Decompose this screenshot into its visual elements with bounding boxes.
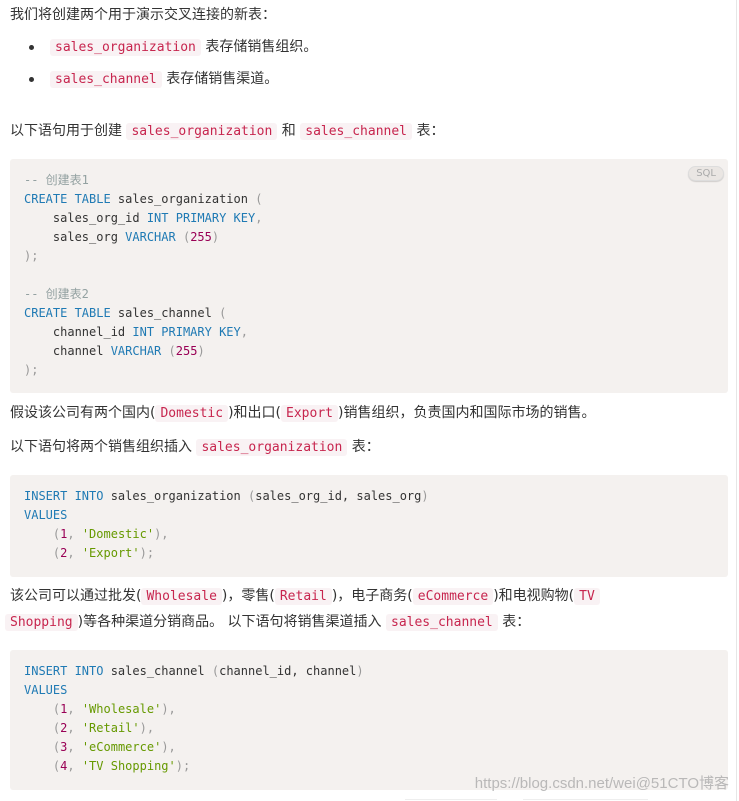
code-content: -- 创建表1 CREATE TABLE sales_organization … (24, 173, 263, 377)
bullet-icon (29, 45, 34, 50)
list-item-text: 表存储销售渠道。 (161, 71, 279, 87)
language-badge[interactable]: SQL (688, 166, 724, 181)
code-ident: sales_organization (103, 489, 248, 503)
text: 假设该公司有两个国内( (10, 405, 156, 421)
inline-code: sales_channel (300, 123, 412, 140)
code-string: 'Export' (81, 546, 140, 560)
code-punct: ), (161, 702, 176, 716)
text: )，零售( (221, 588, 275, 604)
code-number: 255 (190, 230, 212, 244)
inline-code: TV (574, 588, 600, 605)
code-punct: ); (175, 759, 191, 773)
list-item: sales_channel 表存储销售渠道。 (10, 66, 317, 98)
code-punct: ), (161, 740, 176, 754)
bullet-icon (29, 77, 34, 82)
text: )等各种渠道分销商品。 以下语句将销售渠道插入 (77, 614, 386, 630)
text: )销售组织，负责国内和国际市场的销售。 (338, 405, 596, 421)
code-ident: sales_channel (110, 306, 220, 320)
code-string: 'eCommerce' (81, 740, 162, 754)
inline-code: Export (281, 405, 338, 422)
code-ident: channel_id (24, 325, 133, 339)
inline-code: Domestic (155, 405, 229, 422)
code-keyword: CREATE TABLE (24, 192, 111, 206)
code-keyword: VARCHAR (125, 230, 176, 244)
intro-text: 我们将创建两个用于演示交叉连接的新表： (10, 7, 276, 23)
text: 表： (347, 439, 380, 455)
inline-code: sales_organization (196, 439, 348, 456)
code-content: INSERT INTO sales_organization (sales_or… (24, 489, 429, 560)
code-keyword: INT PRIMARY KEY (146, 211, 256, 225)
list-item-text: 表存储销售组织。 (200, 39, 318, 55)
code-comment: -- 创建表1 (24, 173, 89, 187)
code-string: 'Wholesale' (81, 702, 162, 716)
code-ident: sales_organization (110, 192, 256, 206)
code-comment: -- 创建表2 (24, 287, 89, 301)
code-string: 'TV Shopping' (81, 759, 176, 773)
text: 表： (412, 123, 445, 139)
inline-code: Shopping (5, 614, 78, 631)
code-number: 255 (175, 344, 198, 358)
channel-paragraph-line1: 该公司可以通过批发(Wholesale)，零售(Retail)，电子商务(eCo… (10, 583, 600, 610)
code-string: 'Retail' (81, 721, 140, 735)
create-paragraph: 以下语句用于创建 sales_organization 和 sales_chan… (10, 118, 444, 145)
watermark: https://blog.csdn.net/wei@51CTO博客 (474, 775, 729, 792)
inline-code: eCommerce (412, 588, 494, 605)
code-keyword: VALUES (24, 508, 68, 522)
code-keyword: CREATE TABLE (24, 306, 111, 320)
divider (523, 799, 648, 800)
text: 和 (277, 123, 301, 139)
code-ident: sales_org (24, 230, 126, 244)
code-keyword: VARCHAR (110, 344, 162, 358)
code-ident: channel (24, 344, 111, 358)
code-block-insert-channel[interactable]: INSERT INTO sales_channel (channel_id, c… (10, 650, 728, 790)
list-item: sales_organization 表存储销售组织。 (10, 34, 317, 66)
text: 以下语句将两个销售组织插入 (10, 439, 197, 455)
inline-code: Wholesale (141, 588, 222, 605)
code-block-create[interactable]: SQL -- 创建表1 CREATE TABLE sales_organizat… (10, 159, 728, 393)
code-block-insert-org[interactable]: INSERT INTO sales_organization (sales_or… (10, 475, 728, 577)
code-punct: ), (154, 527, 169, 541)
code-ident: sales_channel (103, 664, 212, 678)
channel-paragraph-line2: Shopping)等各种渠道分销商品。 以下语句将销售渠道插入 sales_ch… (5, 609, 531, 636)
inline-code: sales_organization (50, 39, 201, 56)
insert-org-paragraph: 以下语句将两个销售组织插入 sales_organization 表： (10, 434, 380, 461)
code-content: INSERT INTO sales_channel (channel_id, c… (24, 664, 364, 773)
divider (405, 799, 497, 800)
table-list: sales_organization 表存储销售组织。 sales_channe… (10, 34, 317, 98)
code-keyword: INT PRIMARY KEY (132, 325, 241, 339)
code-punct: ); (139, 546, 155, 560)
inline-code: sales_organization (126, 123, 278, 140)
page-edge (736, 0, 737, 801)
code-keyword: VALUES (24, 683, 68, 697)
text: )和电视购物( (493, 588, 575, 604)
code-ident: channel_id, channel (219, 664, 357, 678)
code-ident: sales_org_id, sales_org (255, 489, 422, 503)
text: 以下语句用于创建 (10, 123, 127, 139)
org-paragraph: 假设该公司有两个国内(Domestic)和出口(Export)销售组织，负责国内… (10, 400, 595, 427)
text: 该公司可以通过批发( (10, 588, 142, 604)
code-keyword: INSERT INTO (24, 489, 104, 503)
inline-code: sales_channel (50, 71, 162, 88)
code-ident: sales_org_id (24, 211, 147, 225)
text: )和出口( (228, 405, 282, 421)
code-string: 'Domestic' (81, 527, 155, 541)
inline-code: sales_channel (386, 614, 498, 631)
text: )，电子商务( (331, 588, 413, 604)
code-keyword: INSERT INTO (24, 664, 104, 678)
inline-code: Retail (274, 588, 332, 605)
text: 表： (497, 614, 531, 630)
code-punct: ), (139, 721, 155, 735)
